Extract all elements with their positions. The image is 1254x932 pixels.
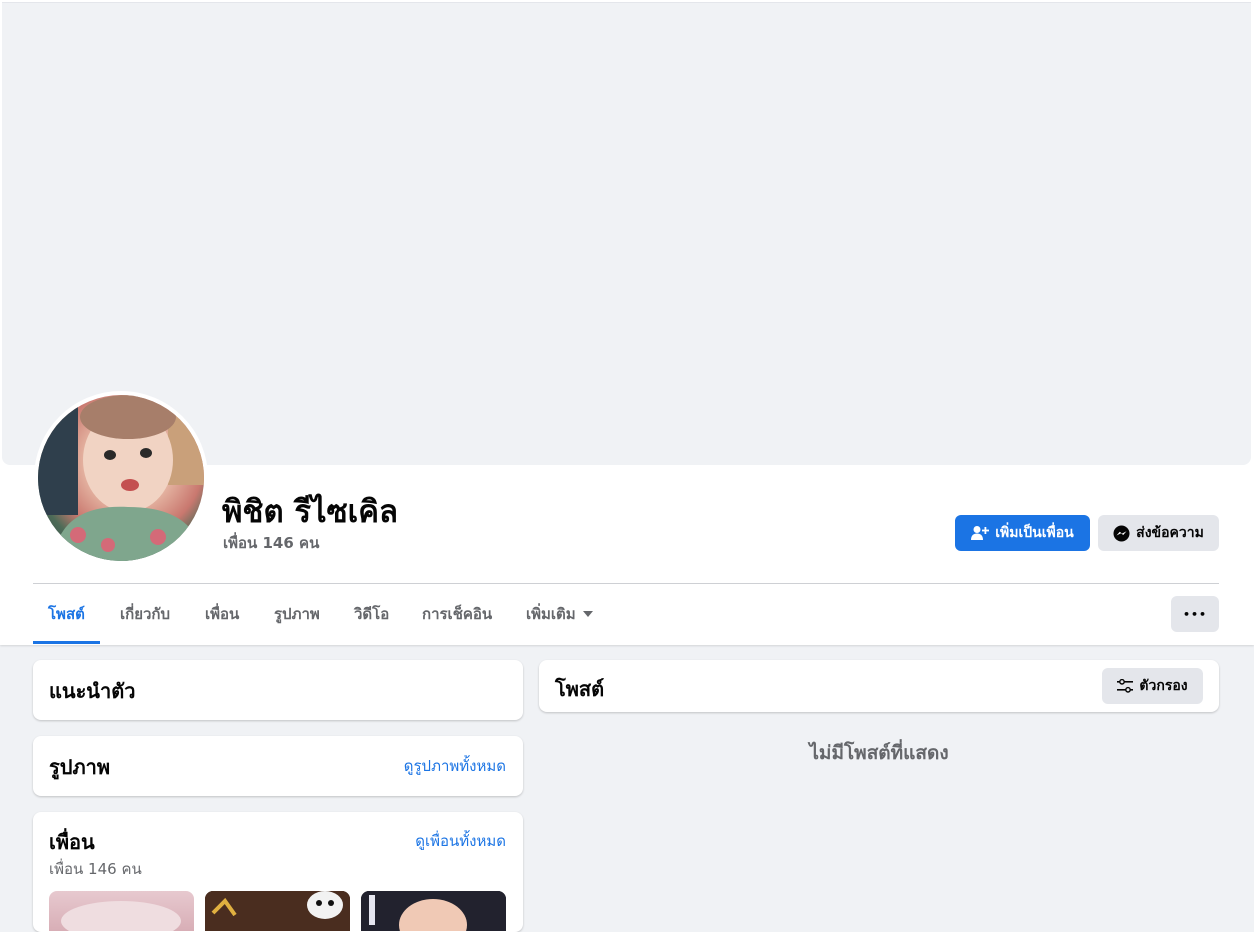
tab-friends[interactable]: เพื่อน (205, 584, 239, 644)
posts-card: โพสต์ ตัวกรอง (539, 660, 1219, 712)
posts-title: โพสต์ (555, 677, 605, 701)
photos-title[interactable]: รูปภาพ (49, 751, 110, 783)
more-options-button[interactable]: ••• (1171, 596, 1219, 632)
profile-name: พิชิต รีไซเคิล (222, 494, 399, 530)
profile-picture[interactable] (34, 391, 208, 565)
message-button[interactable]: ส่งข้อความ (1098, 515, 1219, 551)
no-posts-message: ไม่มีโพสต์ที่แสดง (809, 742, 949, 764)
see-all-photos-link[interactable]: ดูรูปภาพทั้งหมด (404, 754, 506, 778)
tab-posts[interactable]: โพสต์ (33, 584, 100, 644)
photos-card: รูปภาพ ดูรูปภาพทั้งหมด (33, 736, 523, 796)
friends-card: เพื่อน ดูเพื่อนทั้งหมด เพื่อน 146 คน (33, 812, 523, 932)
add-friend-label: เพิ่มเป็นเพื่อน (995, 525, 1074, 541)
tab-label: การเช็คอิน (422, 605, 493, 623)
friends-title[interactable]: เพื่อน (49, 826, 95, 858)
add-friend-button[interactable]: เพิ่มเป็นเพื่อน (955, 515, 1090, 551)
profile-header: พิชิต รีไซเคิล เพื่อน 146 คน เพิ่มเป็นเพ… (0, 0, 1254, 645)
filter-button[interactable]: ตัวกรอง (1102, 668, 1203, 704)
tab-more[interactable]: เพิ่มเติม (526, 584, 593, 644)
tab-label: เพื่อน (205, 605, 240, 623)
friend-photo[interactable] (49, 891, 194, 931)
see-all-friends-link[interactable]: ดูเพื่อนทั้งหมด (415, 829, 506, 853)
message-label: ส่งข้อความ (1136, 525, 1204, 541)
intro-card: แนะนำตัว (33, 660, 523, 720)
tab-label: โพสต์ (48, 605, 85, 623)
friends-count-label: เพื่อน 146 คน (49, 860, 142, 878)
tab-videos[interactable]: วิดีโอ (354, 584, 389, 644)
tab-photos[interactable]: รูปภาพ (274, 584, 320, 644)
intro-title: แนะนำตัว (49, 679, 136, 703)
tab-about[interactable]: เกี่ยวกับ (120, 584, 170, 644)
person-plus-icon (971, 525, 990, 541)
profile-tabs: โพสต์ เกี่ยวกับ เพื่อน รูปภาพ วิดีโอ การ… (33, 584, 1133, 644)
ellipsis-icon: ••• (1182, 607, 1208, 621)
friend-count[interactable]: เพื่อน 146 คน (223, 531, 319, 555)
avatar (38, 395, 204, 561)
filter-sliders-icon (1117, 679, 1134, 693)
tab-label: วิดีโอ (354, 605, 390, 623)
caret-down-icon (582, 611, 593, 617)
tab-label: เกี่ยวกับ (120, 605, 171, 623)
tab-label: เพิ่มเติม (526, 605, 576, 623)
friend-photo[interactable] (205, 891, 350, 931)
tab-label: รูปภาพ (274, 605, 320, 623)
messenger-icon (1113, 525, 1130, 542)
tab-checkins[interactable]: การเช็คอิน (422, 584, 492, 644)
friend-photo[interactable] (361, 891, 506, 931)
filter-label: ตัวกรอง (1139, 678, 1188, 694)
